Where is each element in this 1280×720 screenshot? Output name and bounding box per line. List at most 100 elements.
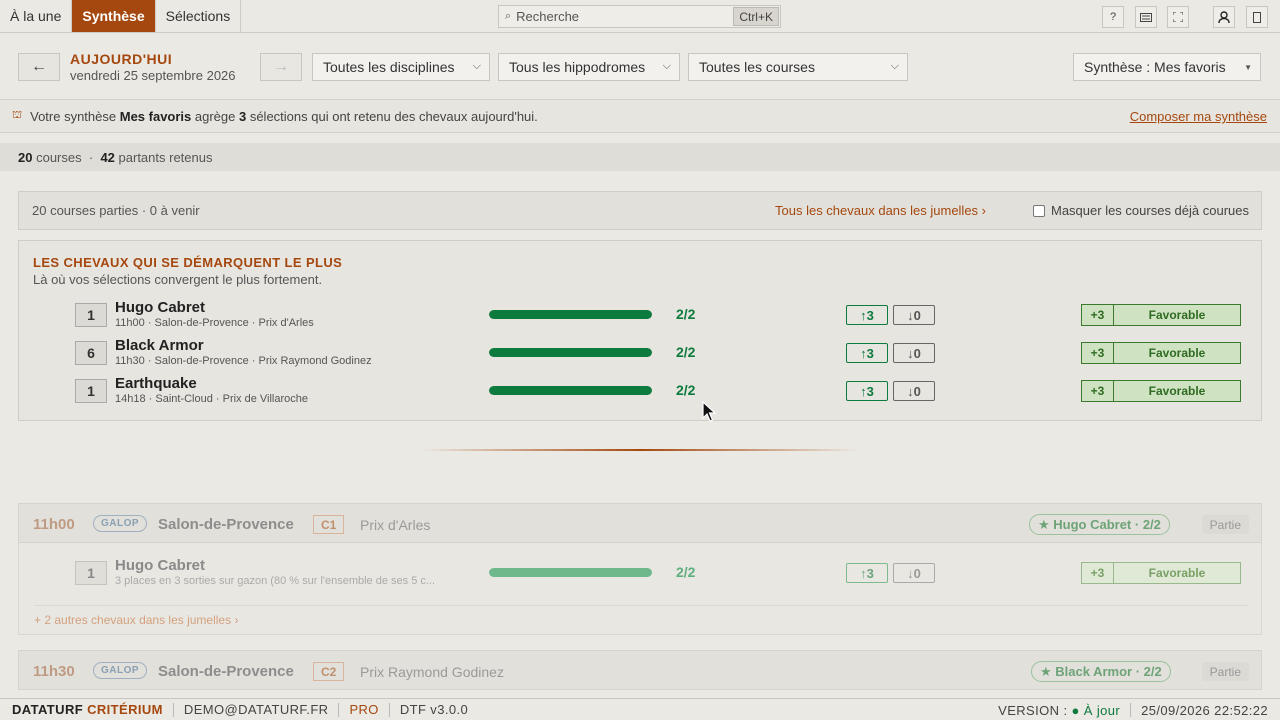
version-status: VERSION : ● À jour — [988, 703, 1132, 718]
discipline-select[interactable]: Toutes les disciplines ⌵ — [312, 53, 490, 81]
verdict-badge: +3 Favorable — [1081, 380, 1241, 402]
horse-number: 1 — [75, 561, 107, 585]
app-version-code: DTF v3.0.0 — [399, 702, 469, 717]
verdict-label: Favorable — [1148, 566, 1206, 580]
down-votes: ↓ 0 — [893, 563, 935, 583]
discipline-badge: GALOP — [93, 662, 148, 679]
more-horses-link[interactable]: + 2 autres chevaux dans les jumelles › — [34, 613, 238, 627]
up-votes: ↑ 3 — [846, 563, 888, 583]
hide-finished-toggle[interactable]: Masquer les courses déjà courues — [1033, 203, 1249, 218]
race-top-pick-badge: ★ Hugo Cabret · 2/2 — [1029, 514, 1170, 535]
discipline-select-value: Toutes les disciplines — [323, 59, 455, 75]
race-status-panel: 20 courses parties · 0 à venir Tous les … — [18, 191, 1262, 230]
caret-down-icon: ▼ — [1244, 63, 1252, 72]
discipline-badge: GALOP — [93, 515, 148, 532]
compose-synthesis-link[interactable]: Composer ma synthèse — [1130, 109, 1267, 124]
day-title: AUJOURD'HUI — [70, 51, 173, 67]
info-mid: agrège — [191, 108, 239, 124]
up-votes: ↑ 3 — [846, 381, 888, 401]
tab-selections[interactable]: Sélections — [156, 0, 242, 32]
hippodrome-select[interactable]: Tous les hippodromes ⌵ — [498, 53, 680, 81]
user-email: DEMO@DATATURF.FR — [174, 702, 340, 717]
down-votes: ↓ 0 — [893, 305, 935, 325]
panel-icon[interactable] — [1246, 6, 1268, 28]
previous-day-button[interactable]: ← — [18, 53, 60, 81]
synthese-select[interactable]: Synthèse : Mes favoris ▼ — [1073, 53, 1261, 81]
fullscreen-icon[interactable] — [1167, 6, 1189, 28]
convergence-score: 2/2 — [676, 306, 696, 322]
horse-race-info: 14h18 · Saint-Cloud · Prix de Villaroche — [115, 393, 309, 405]
info-synthesis-name: Mes favoris — [119, 108, 192, 124]
convergence-bar — [489, 348, 652, 357]
race-status-text: 20 courses parties · 0 à venir — [32, 203, 200, 218]
synthesis-info-bar: ⛫ Votre synthèse Mes favoris agrège 3 sé… — [0, 99, 1280, 133]
course-select-value: Toutes les courses — [699, 59, 815, 75]
up-votes: ↑ 3 — [846, 305, 888, 325]
section-divider — [420, 449, 860, 451]
verdict-delta: +3 — [1082, 305, 1114, 325]
synthesis-icon: ⛫ — [12, 109, 23, 121]
top-navigation: À la une Synthèse Sélections ⌕ Recherche… — [0, 0, 1280, 33]
date-navigation: ← AUJOURD'HUI vendredi 25 septembre 2026… — [0, 33, 1280, 99]
standout-row[interactable]: 6 Black Armor 11h30 · Salon-de-Provence … — [19, 337, 1263, 376]
race-code: C1 — [313, 515, 345, 534]
chevron-down-icon: ⌵ — [662, 60, 671, 72]
tab-a-la-une[interactable]: À la une — [0, 0, 73, 32]
next-day-button[interactable]: → — [260, 53, 302, 81]
verdict-badge: +3 Favorable — [1081, 304, 1241, 326]
verdict-delta: +3 — [1082, 381, 1114, 401]
partants-label: partants retenus — [118, 149, 213, 165]
course-select[interactable]: Toutes les courses ⌵ — [688, 53, 908, 81]
standout-title: LES CHEVAUX QUI SE DÉMARQUENT LE PLUS — [33, 255, 343, 270]
info-suffix: sélections qui ont retenu des chevaux au… — [246, 108, 538, 124]
synthese-select-value: Synthèse : Mes favoris — [1084, 59, 1226, 75]
verdict-delta: +3 — [1082, 563, 1114, 583]
status-footer: DATATURF CRITÉRIUM DEMO@DATATURF.FR PRO … — [0, 698, 1280, 720]
verdict-label: Favorable — [1148, 384, 1206, 398]
horse-name[interactable]: Hugo Cabret — [115, 557, 205, 574]
chevron-down-icon: ⌵ — [890, 60, 899, 72]
current-datetime: 25/09/2026 22:52:22 — [1141, 702, 1268, 718]
verdict-badge: +3 Favorable — [1081, 342, 1241, 364]
standout-horses-panel: LES CHEVAUX QUI SE DÉMARQUENT LE PLUS Là… — [18, 240, 1262, 421]
user-icon[interactable] — [1213, 6, 1235, 28]
horse-number: 6 — [75, 341, 107, 365]
horse-name[interactable]: Black Armor — [115, 337, 204, 354]
keyboard-icon[interactable] — [1135, 6, 1157, 28]
race-header[interactable]: 11h00 GALOP Salon-de-Provence C1 Prix d'… — [18, 503, 1262, 543]
convergence-score: 2/2 — [676, 344, 696, 360]
race-header[interactable]: 11h30 GALOP Salon-de-Provence C2 Prix Ra… — [18, 650, 1262, 690]
horse-number: 1 — [75, 303, 107, 327]
race-state-badge: Partie — [1201, 515, 1249, 534]
mouse-cursor-icon — [702, 401, 716, 422]
row-divider — [34, 605, 1248, 606]
race-state-badge: Partie — [1201, 662, 1249, 681]
convergence-bar — [489, 568, 652, 577]
info-count: 3 — [238, 108, 247, 124]
convergence-bar — [489, 386, 652, 395]
standout-row[interactable]: 1 Earthquake 14h18 · Saint-Cloud · Prix … — [19, 375, 1263, 414]
plan-badge: PRO — [339, 702, 390, 717]
courses-label: courses — [36, 149, 82, 165]
horse-race-info: 11h30 · Salon-de-Provence · Prix Raymond… — [115, 355, 372, 367]
verdict-delta: +3 — [1082, 343, 1114, 363]
race-prix: Prix Raymond Godinez — [360, 664, 504, 680]
app-brand: DATATURF CRITÉRIUM — [0, 702, 174, 717]
down-votes: ↓ 0 — [893, 343, 935, 363]
race-time: 11h00 — [33, 516, 75, 533]
search-input[interactable]: ⌕ Recherche Ctrl+K — [498, 5, 781, 28]
horse-name[interactable]: Earthquake — [115, 375, 197, 392]
tab-synthese[interactable]: Synthèse — [72, 0, 156, 32]
help-icon[interactable]: ? — [1102, 6, 1124, 28]
verdict-badge: +3 Favorable — [1081, 562, 1241, 584]
day-date: vendredi 25 septembre 2026 — [70, 68, 236, 83]
all-horses-link[interactable]: Tous les chevaux dans les jumelles › — [775, 203, 986, 218]
up-votes: ↑ 3 — [846, 343, 888, 363]
race-time: 11h30 — [33, 663, 75, 680]
horse-comment: 3 places en 3 sorties sur gazon (80 % su… — [115, 575, 436, 587]
standout-row[interactable]: 1 Hugo Cabret 11h00 · Salon-de-Provence … — [19, 299, 1263, 338]
verdict-label: Favorable — [1148, 308, 1206, 322]
hide-finished-checkbox[interactable] — [1033, 204, 1045, 217]
horse-name[interactable]: Hugo Cabret — [115, 299, 205, 316]
race-horse-row[interactable]: 1 Hugo Cabret 3 places en 3 sorties sur … — [19, 557, 1263, 596]
